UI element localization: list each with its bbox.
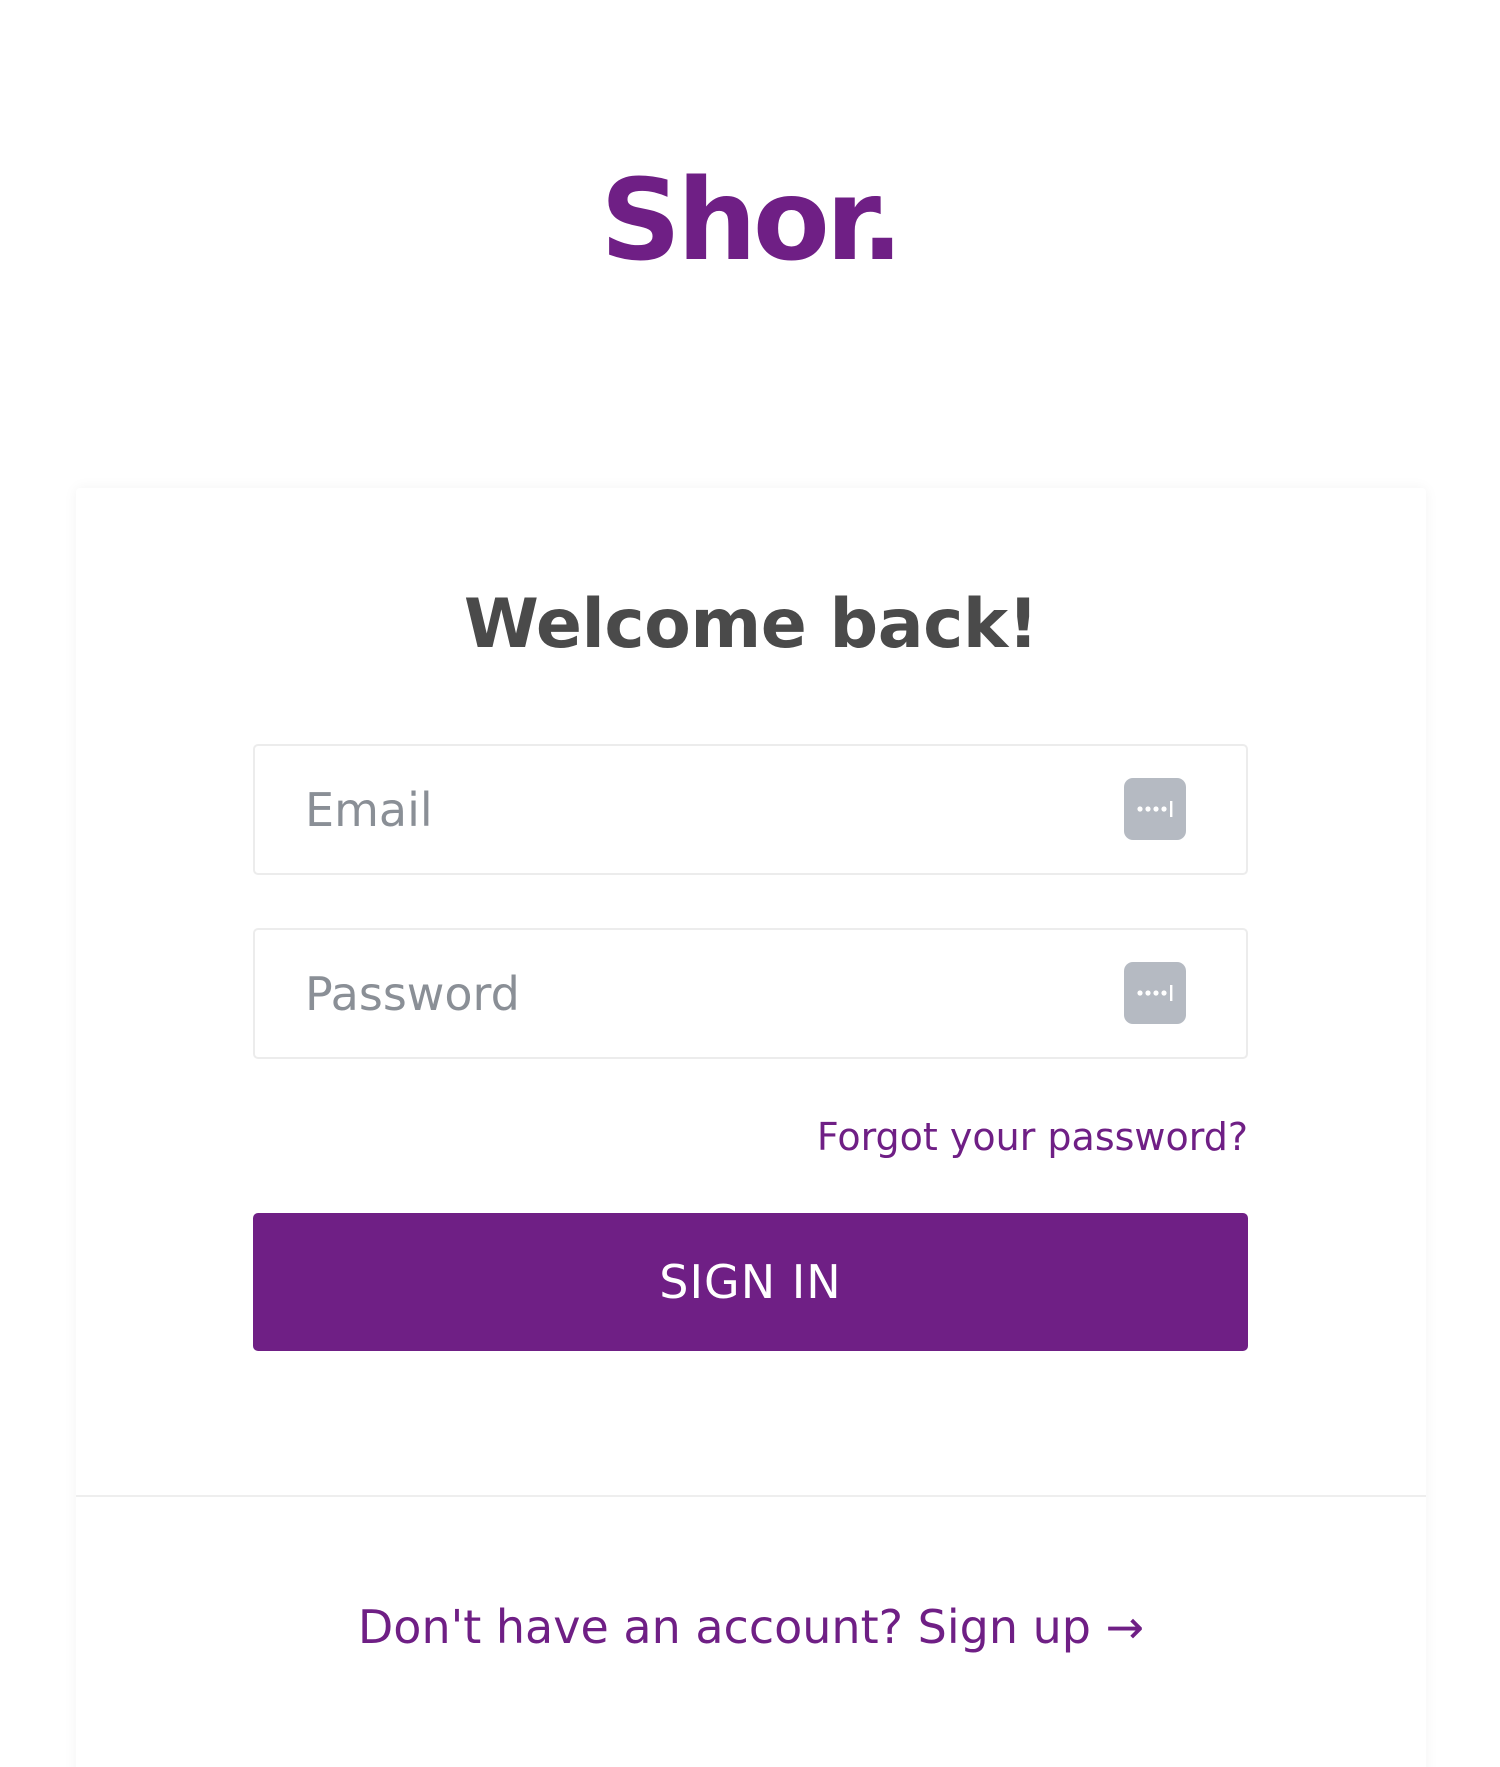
password-field-container	[253, 928, 1248, 1059]
page-title: Welcome back!	[463, 585, 1039, 664]
login-page: Shor. Welcome back! Email Forgot your pa…	[0, 0, 1500, 1767]
password-manager-icon[interactable]	[1124, 962, 1186, 1024]
sign-up-link[interactable]: Don't have an account? Sign up →	[76, 1600, 1426, 1655]
divider	[76, 1495, 1426, 1497]
sign-in-button[interactable]: SIGN IN	[253, 1213, 1248, 1351]
password-field[interactable]	[305, 930, 1105, 1057]
dots-cursor-glyph	[1137, 801, 1173, 817]
forgot-password-link[interactable]: Forgot your password?	[817, 1115, 1248, 1159]
login-card: Welcome back! Email Forgot your password…	[76, 488, 1426, 1767]
password-manager-icon[interactable]	[1124, 778, 1186, 840]
brand-logo: Shor.	[600, 156, 903, 286]
dots-cursor-glyph	[1137, 985, 1173, 1001]
email-field[interactable]	[305, 746, 1105, 873]
email-field-container	[253, 744, 1248, 875]
